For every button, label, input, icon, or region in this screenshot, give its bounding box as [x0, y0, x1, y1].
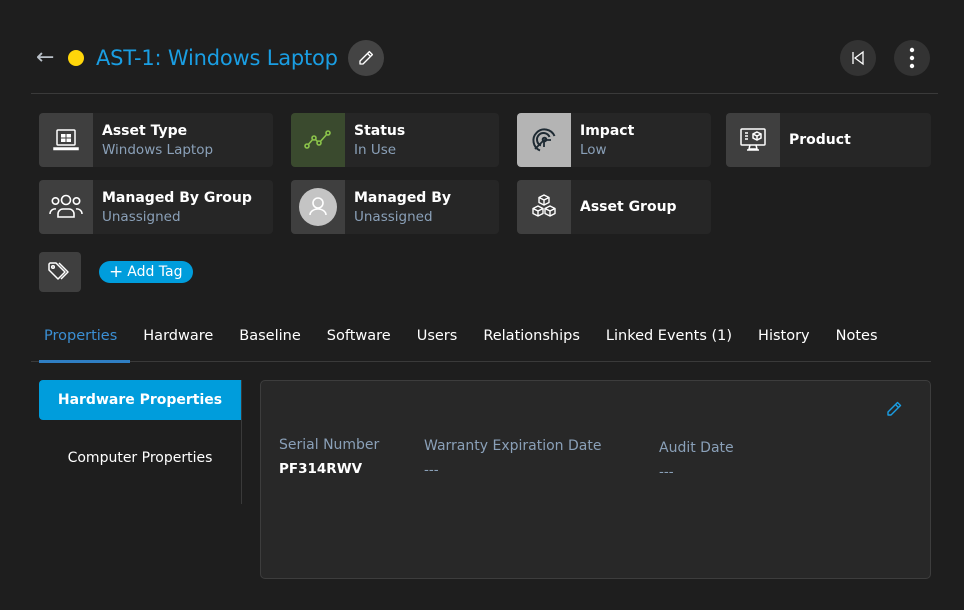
skip-back-icon — [852, 50, 864, 66]
tab-linked-events[interactable]: Linked Events (1) — [593, 322, 745, 362]
audit-date-label: Audit Date — [659, 440, 734, 456]
impact-label: Impact — [580, 122, 635, 139]
asset-type-icon-box — [39, 113, 93, 167]
edit-title-button[interactable] — [347, 40, 384, 76]
trend-line-icon — [304, 130, 331, 149]
product-label: Product — [789, 131, 851, 148]
managed-by-group-card[interactable]: Managed By Group Unassigned — [39, 180, 273, 234]
more-vertical-icon — [909, 47, 915, 69]
add-tag-button[interactable]: + Add Tag — [99, 261, 193, 283]
users-group-icon — [49, 194, 83, 218]
audit-date-field: Audit Date --- — [659, 439, 734, 481]
asset-group-icon-box — [517, 180, 571, 234]
header-divider — [31, 93, 938, 94]
serial-number-field: Serial Number PF314RWV — [279, 436, 379, 478]
tags-button[interactable] — [39, 252, 81, 292]
tab-relationships[interactable]: Relationships — [470, 322, 593, 362]
tab-users[interactable]: Users — [404, 322, 471, 362]
managed-by-group-value: Unassigned — [102, 208, 181, 225]
tab-software[interactable]: Software — [314, 322, 404, 362]
tab-notes[interactable]: Notes — [823, 322, 891, 362]
product-icon-box — [726, 113, 780, 167]
warranty-expiration-field: Warranty Expiration Date --- — [424, 437, 601, 479]
add-tag-label: Add Tag — [127, 264, 183, 280]
user-avatar-icon — [299, 188, 337, 226]
side-item-computer-properties[interactable]: Computer Properties — [39, 438, 241, 478]
status-label: Status — [354, 122, 406, 139]
header-actions — [840, 40, 930, 76]
tab-history[interactable]: History — [745, 322, 823, 362]
skip-back-button[interactable] — [840, 40, 876, 76]
page-title: AST-1: Windows Laptop — [96, 46, 338, 70]
managed-by-group-label: Managed By Group — [102, 189, 252, 206]
asset-group-label: Asset Group — [580, 198, 677, 215]
managed-by-icon-box — [291, 180, 345, 234]
serial-number-label: Serial Number — [279, 437, 380, 453]
cubes-icon — [532, 194, 556, 217]
managed-by-group-icon-box — [39, 180, 93, 234]
page-header: ← AST-1: Windows Laptop — [36, 38, 384, 78]
status-indicator-dot — [68, 50, 84, 66]
asset-type-value: Windows Laptop — [102, 141, 214, 158]
managed-by-value: Unassigned — [354, 208, 433, 225]
target-cursor-icon — [532, 128, 556, 152]
status-icon-box — [291, 113, 345, 167]
impact-icon-box — [517, 113, 571, 167]
monitor-box-icon — [740, 128, 766, 151]
product-card[interactable]: Product — [726, 113, 931, 167]
windows-laptop-icon — [53, 129, 79, 151]
back-arrow-icon[interactable]: ← — [36, 47, 62, 69]
more-options-button[interactable] — [894, 40, 930, 76]
impact-value: Low — [580, 141, 607, 158]
audit-date-value: --- — [659, 464, 674, 480]
status-value: In Use — [354, 141, 397, 158]
serial-number-value: PF314RWV — [279, 461, 363, 477]
pencil-icon — [887, 401, 902, 416]
warranty-expiration-label: Warranty Expiration Date — [424, 438, 602, 454]
warranty-expiration-value: --- — [424, 462, 439, 478]
managed-by-card[interactable]: Managed By Unassigned — [291, 180, 499, 234]
asset-type-card[interactable]: Asset Type Windows Laptop — [39, 113, 273, 167]
managed-by-label: Managed By — [354, 189, 452, 206]
status-card[interactable]: Status In Use — [291, 113, 499, 167]
properties-side-nav: Hardware Properties Computer Properties — [39, 380, 242, 504]
hardware-properties-panel: Serial Number PF314RWV Warranty Expirati… — [260, 380, 931, 579]
asset-group-card[interactable]: Asset Group — [517, 180, 711, 234]
plus-icon: + — [109, 261, 124, 282]
asset-type-label: Asset Type — [102, 122, 188, 139]
impact-card[interactable]: Impact Low — [517, 113, 711, 167]
tab-baseline[interactable]: Baseline — [226, 322, 313, 362]
tab-properties[interactable]: Properties — [31, 322, 131, 363]
side-item-hardware-properties[interactable]: Hardware Properties — [39, 380, 241, 420]
pencil-icon — [359, 50, 373, 65]
tab-hardware[interactable]: Hardware — [130, 322, 226, 362]
edit-properties-button[interactable] — [886, 401, 902, 421]
tab-bar: Properties Hardware Baseline Software Us… — [31, 322, 931, 363]
tags-icon — [48, 262, 69, 280]
